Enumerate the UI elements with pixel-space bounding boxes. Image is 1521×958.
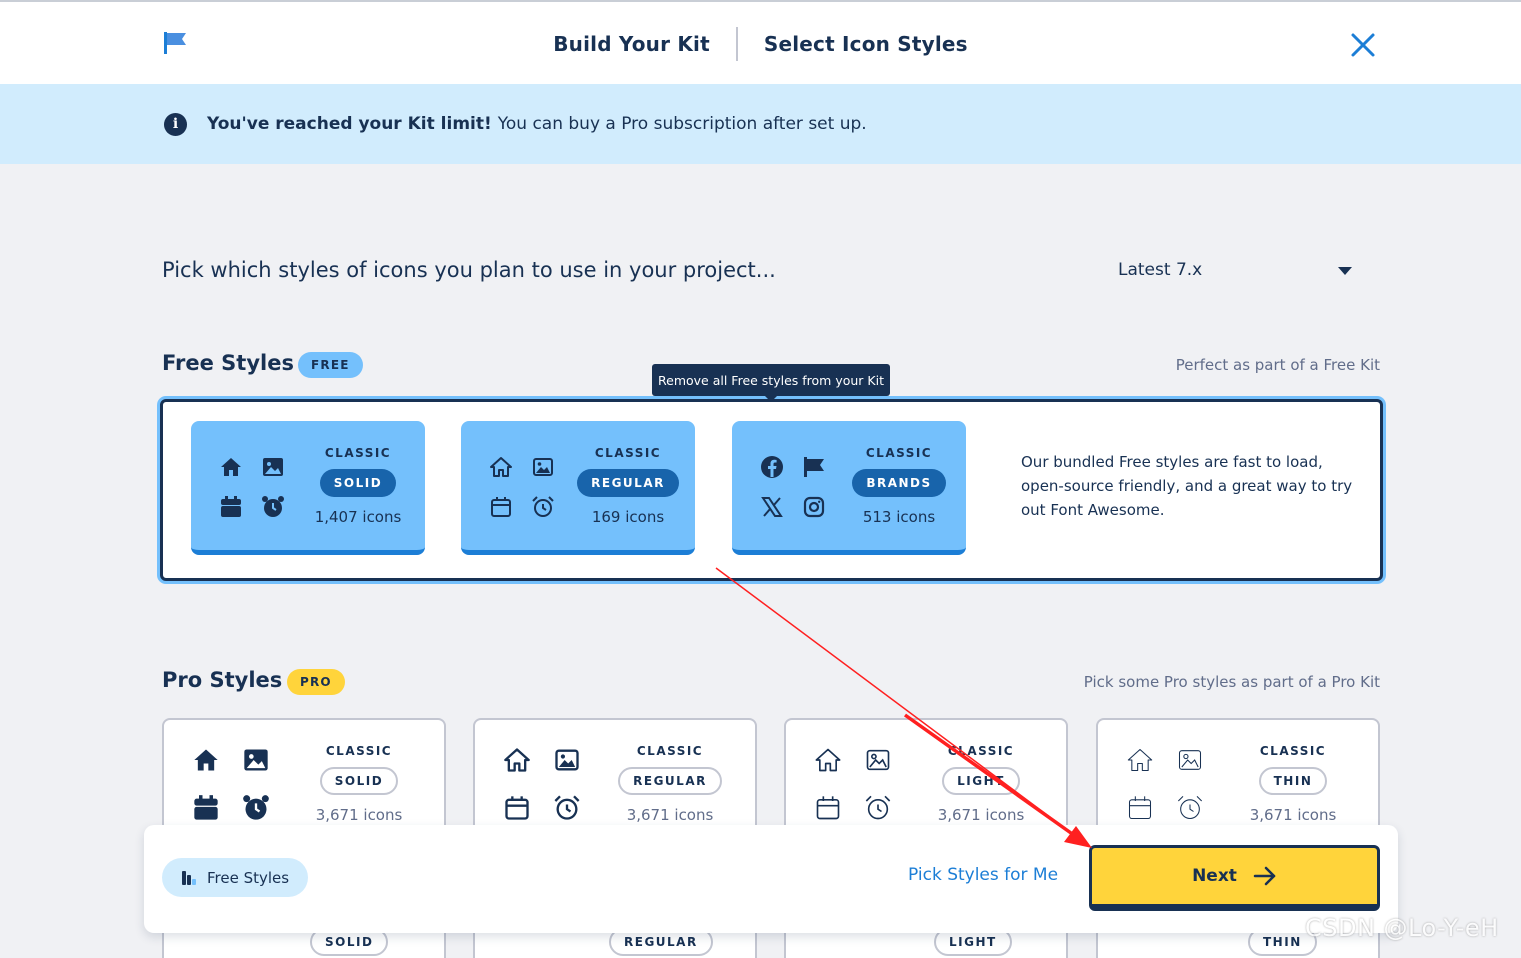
icon-preview [754,451,826,523]
alarm-clock-icon [532,496,554,517]
close-icon[interactable] [1348,30,1378,60]
calendar-icon [816,796,840,820]
image-icon [263,458,283,476]
calendar-icon [1128,796,1152,820]
top-bar: Build Your Kit Select Icon Styles [0,0,1521,84]
card-family: CLASSIC [636,744,704,758]
image-icon [244,749,268,771]
card-icon-count: 3,671 icons [315,806,403,824]
free-style-card-solid[interactable]: CLASSIC SOLID 1,407 icons [191,421,425,555]
version-select-value: Latest 7.x [1118,260,1203,280]
pro-styles-note: Pick some Pro styles as part of a Pro Ki… [1083,673,1380,691]
icon-preview [501,744,581,824]
next-button-label: Next [1192,866,1237,886]
card-icon-count: 1,407 icons [314,508,402,526]
card-family: CLASSIC [324,446,392,460]
info-icon: i [164,112,187,136]
image-icon [533,458,553,476]
free-styles-note: Perfect as part of a Free Kit [1175,356,1380,374]
icon-preview [213,451,285,523]
card-family: CLASSIC [594,446,662,460]
image-icon [1178,750,1202,770]
calendar-icon [194,795,218,820]
card-icon-count: 513 icons [862,508,936,526]
font-awesome-flag-icon [804,457,824,477]
free-badge: FREE [298,352,363,378]
card-icon-count: 169 icons [591,508,665,526]
breadcrumb-build-kit[interactable]: Build Your Kit [553,32,710,56]
house-icon [490,457,512,477]
footer-action-bar: Free Styles Pick Styles for Me Next [144,825,1398,933]
facebook-icon [761,456,783,478]
card-style-badge: THIN [1258,767,1328,795]
free-styles-description: Our bundled Free styles are fast to load… [1021,453,1353,519]
watermark: CSDN @Lo-Y-eH [1305,914,1499,942]
card-icon-count: 3,671 icons [626,806,714,824]
card-style-badge: SOLID [319,767,399,795]
calendar-icon [505,796,529,820]
banner-title: You've reached your Kit limit! [207,114,492,134]
house-icon [221,458,241,476]
card-family: CLASSIC [325,744,393,758]
card-style-badge: LIGHT [942,767,1020,795]
card-style-badge: BRANDS [852,469,946,497]
icon-preview [190,744,270,824]
free-styles-title: Free Styles [162,351,294,375]
house-icon [504,748,530,772]
card-family: CLASSIC [947,744,1015,758]
free-styles-summary-label: Free Styles [207,868,290,887]
breadcrumb-select-styles[interactable]: Select Icon Styles [764,32,968,56]
banner-message: You can buy a Pro subscription after set… [497,114,867,134]
remove-free-styles-tooltip: Remove all Free styles from your Kit [652,364,890,402]
pro-badge: PRO [287,669,345,695]
x-twitter-icon [761,497,783,517]
card-icon-count: 3,671 icons [937,806,1025,824]
arrow-right-icon [1253,866,1276,886]
image-icon [866,749,890,771]
kit-limit-banner: i You've reached your Kit limit! You can… [0,84,1521,164]
free-styles-summary-button[interactable]: Free Styles [162,858,309,897]
icon-preview [1124,744,1204,824]
intro-text: Pick which styles of icons you plan to u… [162,258,776,282]
alarm-clock-icon [1177,795,1203,820]
alarm-clock-icon [262,496,284,517]
caret-down-icon [1338,267,1352,275]
calendar-icon [221,496,241,517]
instagram-icon [803,496,825,518]
icon-preview [812,744,892,824]
next-button[interactable]: Next [1089,845,1380,911]
calendar-icon [491,497,511,517]
free-style-card-brands[interactable]: CLASSIC BRANDS 513 icons [732,421,966,555]
house-icon [1127,748,1153,772]
styles-icon [182,870,196,885]
card-icon-count: 3,671 icons [1249,806,1337,824]
pick-styles-for-me-link[interactable]: Pick Styles for Me [908,865,1058,885]
alarm-clock-icon [554,795,580,820]
card-family: CLASSIC [865,446,933,460]
breadcrumb-divider [735,27,738,61]
card-style-badge: REGULAR [618,767,722,795]
card-family: CLASSIC [1259,744,1327,758]
alarm-clock-icon [243,795,269,820]
card-style-badge: SOLID [319,469,397,497]
card-style-badge: REGULAR [577,469,679,497]
house-icon [194,749,218,771]
pro-styles-title: Pro Styles [162,668,283,692]
house-icon [815,748,841,772]
icon-preview [483,451,555,523]
image-icon [555,749,579,771]
free-style-card-regular[interactable]: CLASSIC REGULAR 169 icons [461,421,695,555]
free-styles-group[interactable]: CLASSIC SOLID 1,407 icons CLASSIC REGULA… [160,399,1383,581]
version-select[interactable]: Latest 7.x [1118,260,1358,284]
breadcrumb: Build Your Kit Select Icon Styles [0,2,1521,86]
alarm-clock-icon [865,795,891,820]
